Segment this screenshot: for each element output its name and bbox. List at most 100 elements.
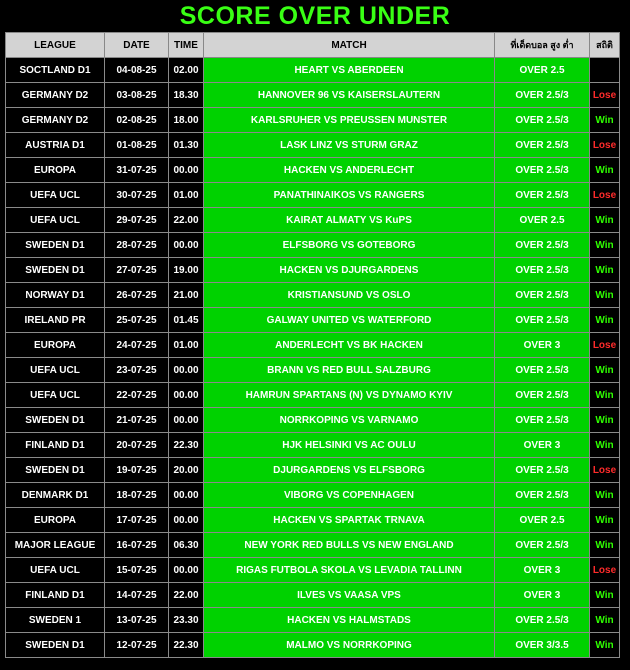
time-cell: 00.00 xyxy=(168,157,204,183)
date-cell: 28-07-25 xyxy=(104,232,169,258)
match-cell: RIGAS FUTBOLA SKOLA VS LEVADIA TALLINN xyxy=(203,557,495,583)
pick-cell: OVER 3/3.5 xyxy=(494,632,590,658)
league-cell: MAJOR LEAGUE xyxy=(5,532,105,558)
result-cell: Lose xyxy=(589,182,620,208)
result-cell: Win xyxy=(589,632,620,658)
league-cell: SOCTLAND D1 xyxy=(5,57,105,83)
table-row: EUROPA 17-07-25 00.00 HACKEN VS SPARTAK TRN… xyxy=(5,507,620,533)
time-cell: 00.00 xyxy=(168,482,204,508)
match-cell: ELFSBORG VS GOTEBORG xyxy=(203,232,495,258)
page-title: SCORE OVER UNDER xyxy=(179,2,451,30)
match-cell: ANDERLECHT VS BK HACKEN xyxy=(203,332,495,358)
pick-cell: OVER 2.5/3 xyxy=(494,482,590,508)
table-header-row: LEAGUE DATE TIME MATCH ที่เด็ดบอล สูง ต่… xyxy=(5,32,620,58)
match-cell: HJK HELSINKI VS AC OULU xyxy=(203,432,495,458)
date-cell: 14-07-25 xyxy=(104,582,169,608)
league-cell: AUSTRIA D1 xyxy=(5,132,105,158)
result-cell: Win xyxy=(589,207,620,233)
time-cell: 19.00 xyxy=(168,257,204,283)
league-cell: FINLAND D1 xyxy=(5,582,105,608)
result-cell: Win xyxy=(589,357,620,383)
time-cell: 00.00 xyxy=(168,357,204,383)
table-row: UEFA UCL 23-07-25 00.00 BRANN VS RED BULL S… xyxy=(5,357,620,383)
pick-cell: OVER 3 xyxy=(494,332,590,358)
match-cell: HACKEN VS HALMSTADS xyxy=(203,607,495,633)
match-cell: DJURGARDENS VS ELFSBORG xyxy=(203,457,495,483)
result-cell: Win xyxy=(589,232,620,258)
league-cell: UEFA UCL xyxy=(5,357,105,383)
league-cell: UEFA UCL xyxy=(5,182,105,208)
pick-cell: OVER 2.5/3 xyxy=(494,182,590,208)
result-cell: Win xyxy=(589,382,620,408)
pick-cell: OVER 2.5/3 xyxy=(494,607,590,633)
pick-cell: OVER 3 xyxy=(494,432,590,458)
league-cell: EUROPA xyxy=(5,157,105,183)
pick-cell: OVER 2.5/3 xyxy=(494,132,590,158)
date-cell: 02-08-25 xyxy=(104,107,169,133)
table-row: UEFA UCL 30-07-25 01.00 PANATHINAIKOS VS RA… xyxy=(5,182,620,208)
result-cell: Lose xyxy=(589,82,620,108)
date-cell: 19-07-25 xyxy=(104,457,169,483)
match-cell: BRANN VS RED BULL SALZBURG xyxy=(203,357,495,383)
header-pick: ที่เด็ดบอล สูง ต่ำ xyxy=(494,32,590,58)
table-row: SWEDEN D1 21-07-25 00.00 NORRKOPING VS VARN… xyxy=(5,407,620,433)
pick-cell: OVER 2.5/3 xyxy=(494,407,590,433)
date-cell: 18-07-25 xyxy=(104,482,169,508)
table-row: FINLAND D1 14-07-25 22.00 ILVES VS VAASA VP… xyxy=(5,582,620,608)
league-cell: GERMANY D2 xyxy=(5,107,105,133)
result-cell: Lose xyxy=(589,332,620,358)
pick-cell: OVER 2.5 xyxy=(494,57,590,83)
date-cell: 27-07-25 xyxy=(104,257,169,283)
league-cell: SWEDEN 1 xyxy=(5,607,105,633)
result-cell: Lose xyxy=(589,132,620,158)
pick-cell: OVER 2.5/3 xyxy=(494,232,590,258)
date-cell: 30-07-25 xyxy=(104,182,169,208)
result-cell: Lose xyxy=(589,457,620,483)
league-cell: SWEDEN D1 xyxy=(5,632,105,658)
result-cell: Win xyxy=(589,157,620,183)
table-row: IRELAND PR 25-07-25 01.45 GALWAY UNITED VS … xyxy=(5,307,620,333)
time-cell: 23.30 xyxy=(168,607,204,633)
time-cell: 21.00 xyxy=(168,282,204,308)
date-cell: 21-07-25 xyxy=(104,407,169,433)
match-cell: GALWAY UNITED VS WATERFORD xyxy=(203,307,495,333)
match-cell: HACKEN VS SPARTAK TRNAVA xyxy=(203,507,495,533)
match-cell: LASK LINZ VS STURM GRAZ xyxy=(203,132,495,158)
table-row: GERMANY D2 03-08-25 18.30 HANNOVER 96 VS KA… xyxy=(5,82,620,108)
time-cell: 01.00 xyxy=(168,182,204,208)
table-row: GERMANY D2 02-08-25 18.00 KARLSRUHER VS PRE… xyxy=(5,107,620,133)
result-cell: Win xyxy=(589,432,620,458)
league-cell: DENMARK D1 xyxy=(5,482,105,508)
match-cell: NORRKOPING VS VARNAMO xyxy=(203,407,495,433)
league-cell: GERMANY D2 xyxy=(5,82,105,108)
table-row: NORWAY D1 26-07-25 21.00 KRISTIANSUND VS OS… xyxy=(5,282,620,308)
time-cell: 06.30 xyxy=(168,532,204,558)
table-row: SWEDEN 1 13-07-25 23.30 HACKEN VS HALMSTADS… xyxy=(5,607,620,633)
table-row: SWEDEN D1 12-07-25 22.30 MALMO VS NORRKOPIN… xyxy=(5,632,620,658)
match-cell: HANNOVER 96 VS KAISERSLAUTERN xyxy=(203,82,495,108)
match-cell: HAMRUN SPARTANS (N) VS DYNAMO KYIV xyxy=(203,382,495,408)
pick-cell: OVER 2.5/3 xyxy=(494,357,590,383)
date-cell: 23-07-25 xyxy=(104,357,169,383)
date-cell: 25-07-25 xyxy=(104,307,169,333)
time-cell: 02.00 xyxy=(168,57,204,83)
result-cell: Win xyxy=(589,107,620,133)
time-cell: 00.00 xyxy=(168,382,204,408)
header-stats: สถิติ xyxy=(589,32,620,58)
match-cell: NEW YORK RED BULLS VS NEW ENGLAND xyxy=(203,532,495,558)
time-cell: 22.00 xyxy=(168,207,204,233)
pick-cell: OVER 2.5/3 xyxy=(494,157,590,183)
result-cell: Win xyxy=(589,482,620,508)
pick-cell: OVER 2.5 xyxy=(494,507,590,533)
date-cell: 04-08-25 xyxy=(104,57,169,83)
league-cell: SWEDEN D1 xyxy=(5,232,105,258)
match-cell: KAIRAT ALMATY VS KuPS xyxy=(203,207,495,233)
league-cell: NORWAY D1 xyxy=(5,282,105,308)
league-cell: SWEDEN D1 xyxy=(5,457,105,483)
pick-cell: OVER 2.5/3 xyxy=(494,82,590,108)
time-cell: 00.00 xyxy=(168,557,204,583)
time-cell: 18.30 xyxy=(168,82,204,108)
result-cell: Win xyxy=(589,607,620,633)
result-cell: Win xyxy=(589,582,620,608)
result-cell: Win xyxy=(589,532,620,558)
